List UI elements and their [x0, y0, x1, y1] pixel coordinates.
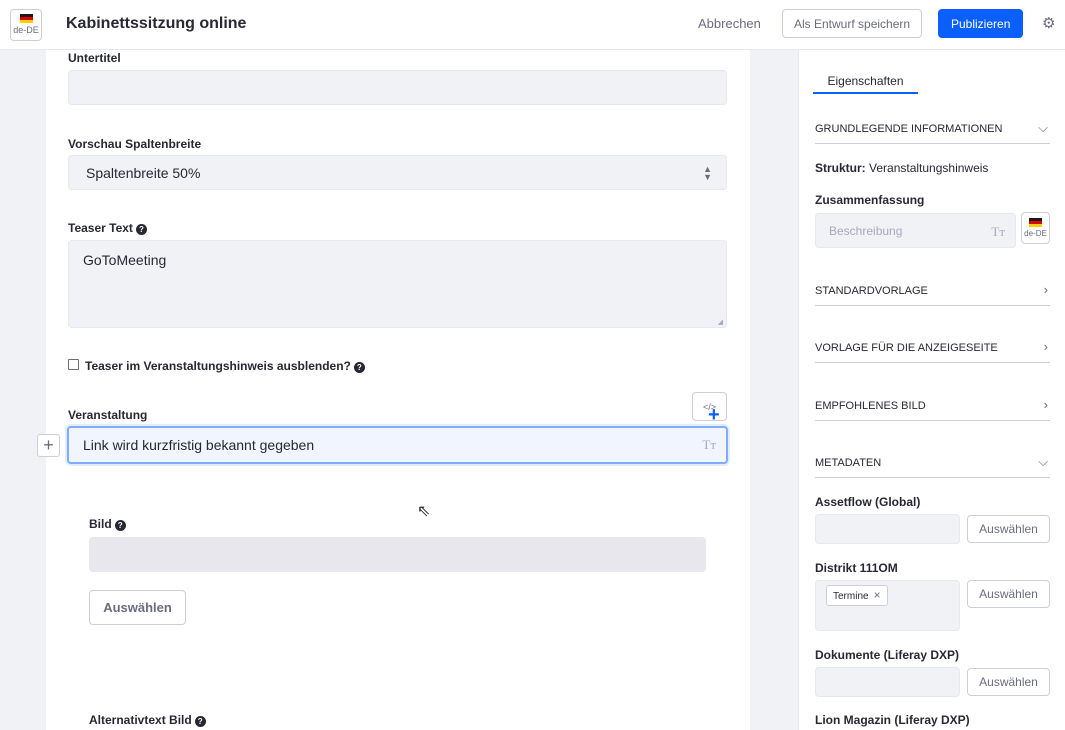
district-select-button[interactable]: Auswählen	[967, 580, 1050, 608]
image-select-button[interactable]: Auswählen	[89, 590, 186, 625]
add-field-icon[interactable]: +	[708, 405, 720, 425]
chevron-right-icon: ›	[1043, 282, 1048, 297]
structure-value: Veranstaltungshinweis	[869, 161, 989, 175]
district-label: Distrikt 111OM	[815, 561, 898, 575]
event-value: Link wird kurzfristig bekannt gegeben	[83, 437, 315, 453]
publish-button[interactable]: Publizieren	[938, 9, 1024, 38]
add-item-button[interactable]: +	[37, 434, 60, 457]
column-width-select[interactable]: Spaltenbreite 50% ▲ ▼	[68, 155, 727, 190]
resize-handle-icon[interactable]: ◢	[718, 318, 723, 326]
column-width-label: Vorschau Spaltenbreite	[68, 137, 202, 151]
image-label-text: Bild	[89, 517, 112, 531]
alt-text-label: Alternativtext Bild?	[89, 713, 206, 727]
metadata-section[interactable]: METADATEN ⌵	[815, 450, 1050, 478]
summary-locale-selector[interactable]: de-DE	[1021, 212, 1050, 244]
plus-icon: +	[43, 435, 54, 455]
german-flag-icon	[19, 14, 33, 23]
event-input[interactable]: Link wird kurzfristig bekannt gegeben Tт	[67, 426, 728, 464]
mouse-cursor-icon: ⇖	[417, 503, 431, 520]
form-panel	[46, 50, 750, 730]
structure-key: Struktur:	[815, 161, 866, 175]
locale-selector[interactable]: de-DE	[10, 9, 42, 41]
featured-image-title: EMPFOHLENES BILD	[815, 400, 926, 412]
summary-locale-label: de-DE	[1024, 229, 1047, 238]
display-page-title: VORLAGE FÜR DIE ANZEIGESEITE	[815, 342, 998, 354]
help-icon: ?	[194, 716, 206, 727]
help-icon: ?	[114, 520, 126, 531]
chevron-right-icon: ›	[1043, 397, 1048, 412]
save-draft-button[interactable]: Als Entwurf speichern	[782, 9, 923, 38]
documents-select-button[interactable]: Auswählen	[967, 668, 1050, 696]
tag-chip: Termine ×	[826, 585, 888, 606]
german-flag-icon	[1029, 218, 1042, 227]
summary-label: Zusammenfassung	[815, 193, 925, 207]
lion-magazin-label: Lion Magazin (Liferay DXP)	[815, 713, 970, 727]
summary-input[interactable]: Beschreibung Tт	[815, 213, 1016, 248]
teaser-textarea[interactable]: GoToMeeting ◢	[68, 240, 727, 328]
documents-input[interactable]	[815, 667, 960, 697]
text-format-icon[interactable]: Tт	[702, 437, 716, 453]
chevron-down-icon: ⌵	[1038, 120, 1048, 135]
cancel-button[interactable]: Abbrechen	[690, 10, 769, 38]
alt-text-label-text: Alternativtext Bild	[89, 713, 192, 727]
assetflow-input[interactable]	[815, 514, 960, 544]
help-icon: ?	[353, 362, 365, 373]
chevron-right-icon: ›	[1043, 339, 1048, 354]
documents-label: Dokumente (Liferay DXP)	[815, 648, 960, 662]
tag-label: Termine	[833, 591, 869, 602]
default-template-title: STANDARDVORLAGE	[815, 285, 928, 297]
assetflow-select-button[interactable]: Auswählen	[967, 515, 1050, 543]
column-width-value: Spaltenbreite 50%	[86, 165, 201, 181]
teaser-value: GoToMeeting	[83, 252, 167, 268]
hide-teaser-label-text: Teaser im Veranstaltungshinweis ausblend…	[85, 359, 351, 373]
image-label: Bild?	[89, 517, 126, 531]
basic-info-title: GRUNDLEGENDE INFORMATIONEN	[815, 123, 1003, 135]
featured-image-section[interactable]: EMPFOHLENES BILD ›	[815, 393, 1050, 421]
metadata-title: METADATEN	[815, 457, 882, 469]
default-template-section[interactable]: STANDARDVORLAGE ›	[815, 278, 1050, 306]
page-title: Kabinettssitzung online	[66, 15, 247, 32]
locale-label: de-DE	[13, 25, 39, 35]
display-page-section[interactable]: VORLAGE FÜR DIE ANZEIGESEITE ›	[815, 335, 1050, 363]
select-arrows-icon: ▲ ▼	[703, 164, 712, 182]
help-icon: ?	[135, 224, 147, 235]
top-bar: de-DE Kabinettssitzung online Abbrechen …	[0, 0, 1065, 50]
teaser-label-text: Teaser Text	[68, 221, 133, 235]
close-icon[interactable]: ×	[874, 588, 881, 602]
text-format-icon[interactable]: Tт	[991, 224, 1005, 240]
subtitle-input[interactable]	[68, 70, 727, 105]
basic-info-section[interactable]: GRUNDLEGENDE INFORMATIONEN ⌵	[815, 116, 1050, 144]
summary-placeholder: Beschreibung	[829, 224, 903, 238]
subtitle-label: Untertitel	[68, 51, 121, 65]
image-input[interactable]	[89, 537, 706, 572]
assetflow-label: Assetflow (Global)	[815, 495, 921, 509]
hide-teaser-label: Teaser im Veranstaltungshinweis ausblend…	[85, 359, 365, 373]
hide-teaser-checkbox[interactable]	[68, 359, 79, 370]
structure-info: Struktur: Veranstaltungshinweis	[815, 161, 988, 175]
gear-icon[interactable]: ⚙	[1042, 16, 1058, 32]
chevron-down-icon: ⌵	[1038, 454, 1048, 469]
event-label: Veranstaltung	[68, 408, 148, 422]
teaser-label: Teaser Text?	[68, 221, 147, 235]
tab-properties[interactable]: Eigenschaften	[813, 74, 918, 94]
